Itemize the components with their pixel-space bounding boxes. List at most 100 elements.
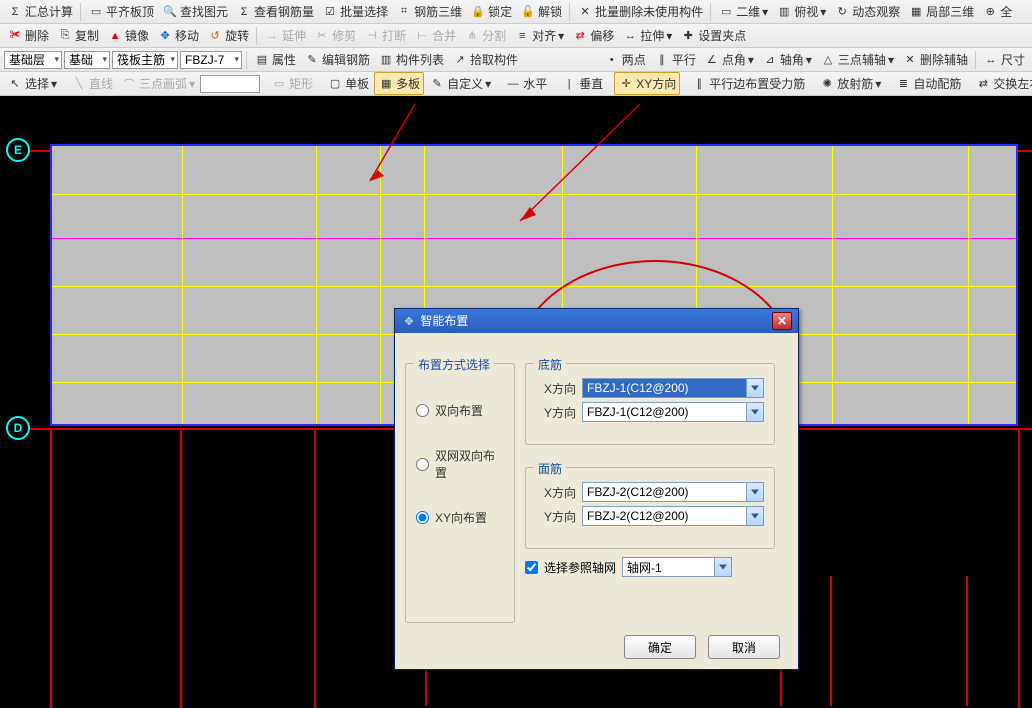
parallel-edge-rebar[interactable]: ∥平行边布置受力筋 [688, 73, 808, 94]
value-input[interactable] [200, 75, 260, 93]
point-angle[interactable]: ∠点角 ▾ [701, 49, 757, 70]
component-type-combo[interactable]: 筏板主筋 [112, 51, 178, 69]
set-grip[interactable]: ✚设置夹点 [677, 25, 749, 46]
rect-icon: ▭ [88, 4, 104, 20]
select[interactable]: ↖选择 ▾ [4, 73, 60, 94]
radio-double-net-input[interactable] [416, 458, 429, 471]
radio-xy-input[interactable] [416, 511, 429, 524]
radio-both[interactable]: 双向布置 [416, 402, 504, 419]
scissors-icon: ✀ [7, 28, 23, 44]
radio-both-input[interactable] [416, 404, 429, 417]
local-3d[interactable]: ▦局部三维 [905, 1, 977, 22]
rotate[interactable]: ↺旋转 [204, 25, 252, 46]
line[interactable]: ╲直线 [68, 73, 116, 94]
split[interactable]: ⋔分割 [461, 25, 509, 46]
trim[interactable]: ✂修剪 [311, 25, 359, 46]
move[interactable]: ✥移动 [154, 25, 202, 46]
bottom-y-label: Y方向 [536, 404, 576, 421]
properties-icon: ▤ [254, 52, 270, 68]
xy-direction[interactable]: ✛XY方向 [614, 72, 680, 95]
ref-axis-combo[interactable]: 轴网-1 [622, 557, 732, 577]
lock[interactable]: 🔒锁定 [467, 1, 515, 22]
sum-calc[interactable]: Σ汇总计算 [4, 1, 76, 22]
arc-3pt[interactable]: ⌒三点画弧 ▾ [118, 73, 198, 94]
top-icon: ▥ [776, 4, 792, 20]
drawing-canvas[interactable]: E D ✥ 智能布置 ✕ [0, 96, 1032, 612]
radial-rebar[interactable]: ✺放射筋 ▾ [816, 73, 884, 94]
pick-component[interactable]: ↗拾取构件 [449, 49, 521, 70]
batch-select[interactable]: ☑批量选择 [319, 1, 391, 22]
single-slab-icon: ▢ [327, 76, 343, 92]
two-point[interactable]: •两点 [601, 49, 649, 70]
view-rebar-qty[interactable]: Σ查看钢筋量 [233, 1, 317, 22]
pick-icon: ↗ [452, 52, 468, 68]
top-x-combo[interactable]: FBZJ-2(C12@200) [582, 482, 764, 502]
custom[interactable]: ✎自定义 ▾ [426, 73, 494, 94]
parallel[interactable]: ∥平行 [651, 49, 699, 70]
copy[interactable]: ⎘复制 [54, 25, 102, 46]
two-point-icon: • [604, 52, 620, 68]
unlock[interactable]: 🔓解锁 [517, 1, 565, 22]
triangle-icon: △ [820, 52, 836, 68]
ok-button[interactable]: 确定 [624, 635, 696, 659]
dialog-titlebar[interactable]: ✥ 智能布置 ✕ [395, 309, 798, 333]
toolbar-row-3: 基础层 基础 筏板主筋 FBZJ-7 ▤属性 ✎编辑钢筋 ▥构件列表 ↗拾取构件… [0, 48, 1032, 72]
merge[interactable]: ⊢合并 [411, 25, 459, 46]
bottom-y-combo[interactable]: FBZJ-1(C12@200) [582, 402, 764, 422]
view-2d[interactable]: ▭二维 ▾ [715, 1, 771, 22]
component-list[interactable]: ▥构件列表 [375, 49, 447, 70]
auto-rebar[interactable]: ≣自动配筋 [892, 73, 964, 94]
offset-icon: ⇄ [572, 28, 588, 44]
cancel-button[interactable]: 取消 [708, 635, 780, 659]
axis-angle[interactable]: ⊿轴角 ▾ [759, 49, 815, 70]
move-icon: ✥ [401, 314, 417, 330]
dynamic-view[interactable]: ↻动态观察 [831, 1, 903, 22]
swap-annotation[interactable]: ⇄交换左右标注 [972, 73, 1032, 94]
auto-icon: ≣ [895, 76, 911, 92]
full[interactable]: ⊕全 [979, 1, 1015, 22]
floor-combo[interactable]: 基础层 [4, 51, 62, 69]
extend[interactable]: →延伸 [261, 25, 309, 46]
rect-icon: ▭ [271, 76, 287, 92]
flush-top[interactable]: ▭平齐板顶 [85, 1, 157, 22]
vertical[interactable]: |垂直 [558, 73, 606, 94]
mirror[interactable]: ▲镜像 [104, 25, 152, 46]
batch-delete-unused[interactable]: ✕批量删除未使用构件 [574, 1, 706, 22]
radial-icon: ✺ [819, 76, 835, 92]
component-combo[interactable]: FBZJ-7 [180, 51, 242, 69]
edit-rebar[interactable]: ✎编辑钢筋 [301, 49, 373, 70]
break-icon: ⊣ [364, 28, 380, 44]
align[interactable]: ≡对齐 ▾ [511, 25, 567, 46]
radio-xy[interactable]: XY向布置 [416, 509, 504, 526]
split-icon: ⋔ [464, 28, 480, 44]
category-combo[interactable]: 基础 [64, 51, 110, 69]
radio-double-net[interactable]: 双网双向布置 [416, 447, 504, 481]
custom-icon: ✎ [429, 76, 445, 92]
rectangle[interactable]: ▭矩形 [268, 73, 316, 94]
properties[interactable]: ▤属性 [251, 49, 299, 70]
offset[interactable]: ⇄偏移 [569, 25, 617, 46]
horiz-icon: — [505, 76, 521, 92]
multi-slab[interactable]: ▦多板 [374, 72, 424, 95]
three-point-aux[interactable]: △三点辅轴 ▾ [817, 49, 897, 70]
grid-icon: ⌗ [396, 4, 412, 20]
delete-aux[interactable]: ✕删除辅轴 [899, 49, 971, 70]
horizontal[interactable]: —水平 [502, 73, 550, 94]
top-y-combo[interactable]: FBZJ-2(C12@200) [582, 506, 764, 526]
cursor-icon: ↖ [7, 76, 23, 92]
stretch[interactable]: ↔拉伸 ▾ [619, 25, 675, 46]
delete[interactable]: ✀删除 [4, 25, 52, 46]
single-slab[interactable]: ▢单板 [324, 73, 372, 94]
break[interactable]: ⊣打断 [361, 25, 409, 46]
rebar-3d[interactable]: ⌗钢筋三维 [393, 1, 465, 22]
rect-icon: ▭ [718, 4, 734, 20]
layout-mode-group: 布置方式选择 双向布置 双网双向布置 XY向布置 [405, 363, 515, 623]
ref-axis-checkbox[interactable] [525, 561, 538, 574]
view-top[interactable]: ▥俯视 ▾ [773, 1, 829, 22]
dimension[interactable]: ↔尺寸 [980, 49, 1028, 70]
top-legend: 面筋 [534, 460, 566, 477]
close-button[interactable]: ✕ [772, 312, 792, 330]
bottom-x-combo[interactable]: FBZJ-1(C12@200) [582, 378, 764, 398]
toolbar-row-4: ↖选择 ▾ ╲直线 ⌒三点画弧 ▾ ▭矩形 ▢单板 ▦多板 ✎自定义 ▾ —水平… [0, 72, 1032, 96]
find-element[interactable]: 🔍查找图元 [159, 1, 231, 22]
